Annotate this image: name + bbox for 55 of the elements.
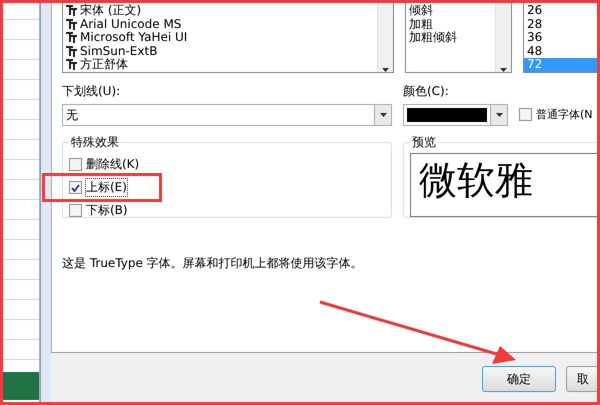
underline-label: 下划线(U): — [62, 83, 122, 100]
list-item[interactable]: 加粗 — [406, 18, 495, 31]
font-note: 这是 TrueType 字体。屏幕和打印机上都将使用该字体。 — [62, 255, 364, 272]
list-item-label: 宋体 (正文) — [80, 4, 142, 18]
list-item[interactable]: 48 — [524, 44, 600, 58]
list-item[interactable]: Microsoft YaHei UI — [63, 31, 377, 44]
list-item[interactable]: 26 — [524, 4, 600, 18]
list-item[interactable]: 加粗倾斜 — [406, 31, 495, 44]
cancel-button[interactable]: 取 — [566, 366, 600, 392]
font-type-icon — [66, 59, 77, 70]
list-item-label: Arial Unicode MS — [80, 18, 182, 31]
color-dropdown[interactable] — [403, 104, 508, 126]
checkbox[interactable] — [69, 181, 82, 194]
list-item-label: 加粗倾斜 — [409, 31, 457, 44]
ok-button[interactable]: 确定 — [482, 366, 556, 392]
checkbox[interactable] — [69, 204, 82, 217]
dropdown-arrow-icon — [382, 68, 389, 72]
list-item-label: 加粗 — [409, 18, 433, 31]
checkmark-icon — [71, 184, 80, 192]
color-label: 颜色(C): — [403, 83, 450, 100]
scrollbar[interactable] — [495, 0, 511, 72]
font-type-icon — [66, 18, 77, 30]
list-item-label: 36 — [527, 31, 542, 44]
group-title: 特殊效果 — [70, 134, 120, 151]
list-item[interactable]: 36 — [524, 31, 600, 44]
dropdown-arrow-icon — [500, 68, 507, 72]
font-type-icon — [66, 46, 77, 57]
list-item[interactable]: Arial Unicode MS — [63, 18, 377, 31]
scrollbar[interactable] — [377, 0, 393, 72]
checkbox-label: 下标(B) — [86, 202, 128, 219]
list-item-label: 72 — [527, 58, 542, 72]
list-item-label: SimSun-ExtB — [80, 44, 158, 58]
checkbox[interactable] — [519, 108, 532, 121]
checkbox[interactable] — [69, 158, 82, 171]
list-item[interactable]: SimSun-ExtB — [63, 44, 377, 58]
list-item[interactable]: 倾斜 — [406, 4, 495, 18]
list-item[interactable]: 宋体 (正文) — [63, 4, 377, 18]
preview-text: 微软雅 — [418, 158, 533, 202]
dropdown-arrow-icon — [496, 113, 502, 117]
list-item-label: 26 — [527, 4, 542, 18]
checkbox-label: 删除线(K) — [86, 156, 140, 173]
list-item-label: 倾斜 — [409, 4, 433, 18]
list-item[interactable]: 28 — [524, 18, 600, 31]
underline-dropdown[interactable]: 无 — [62, 104, 392, 126]
list-item-label: 48 — [527, 44, 542, 58]
list-item[interactable]: 方正舒体 — [63, 58, 377, 72]
checkbox-label: 上标(E) — [86, 179, 127, 196]
font-type-icon — [66, 32, 77, 44]
group-title: 预览 — [411, 134, 437, 151]
checkbox-label: 普通字体(N — [536, 107, 593, 122]
list-item-label: Microsoft YaHei UI — [80, 31, 188, 44]
dropdown-arrow-icon — [380, 113, 386, 117]
font-type-icon — [66, 5, 77, 16]
list-item-label: 方正舒体 — [80, 58, 128, 72]
list-item-label: 28 — [527, 18, 542, 31]
